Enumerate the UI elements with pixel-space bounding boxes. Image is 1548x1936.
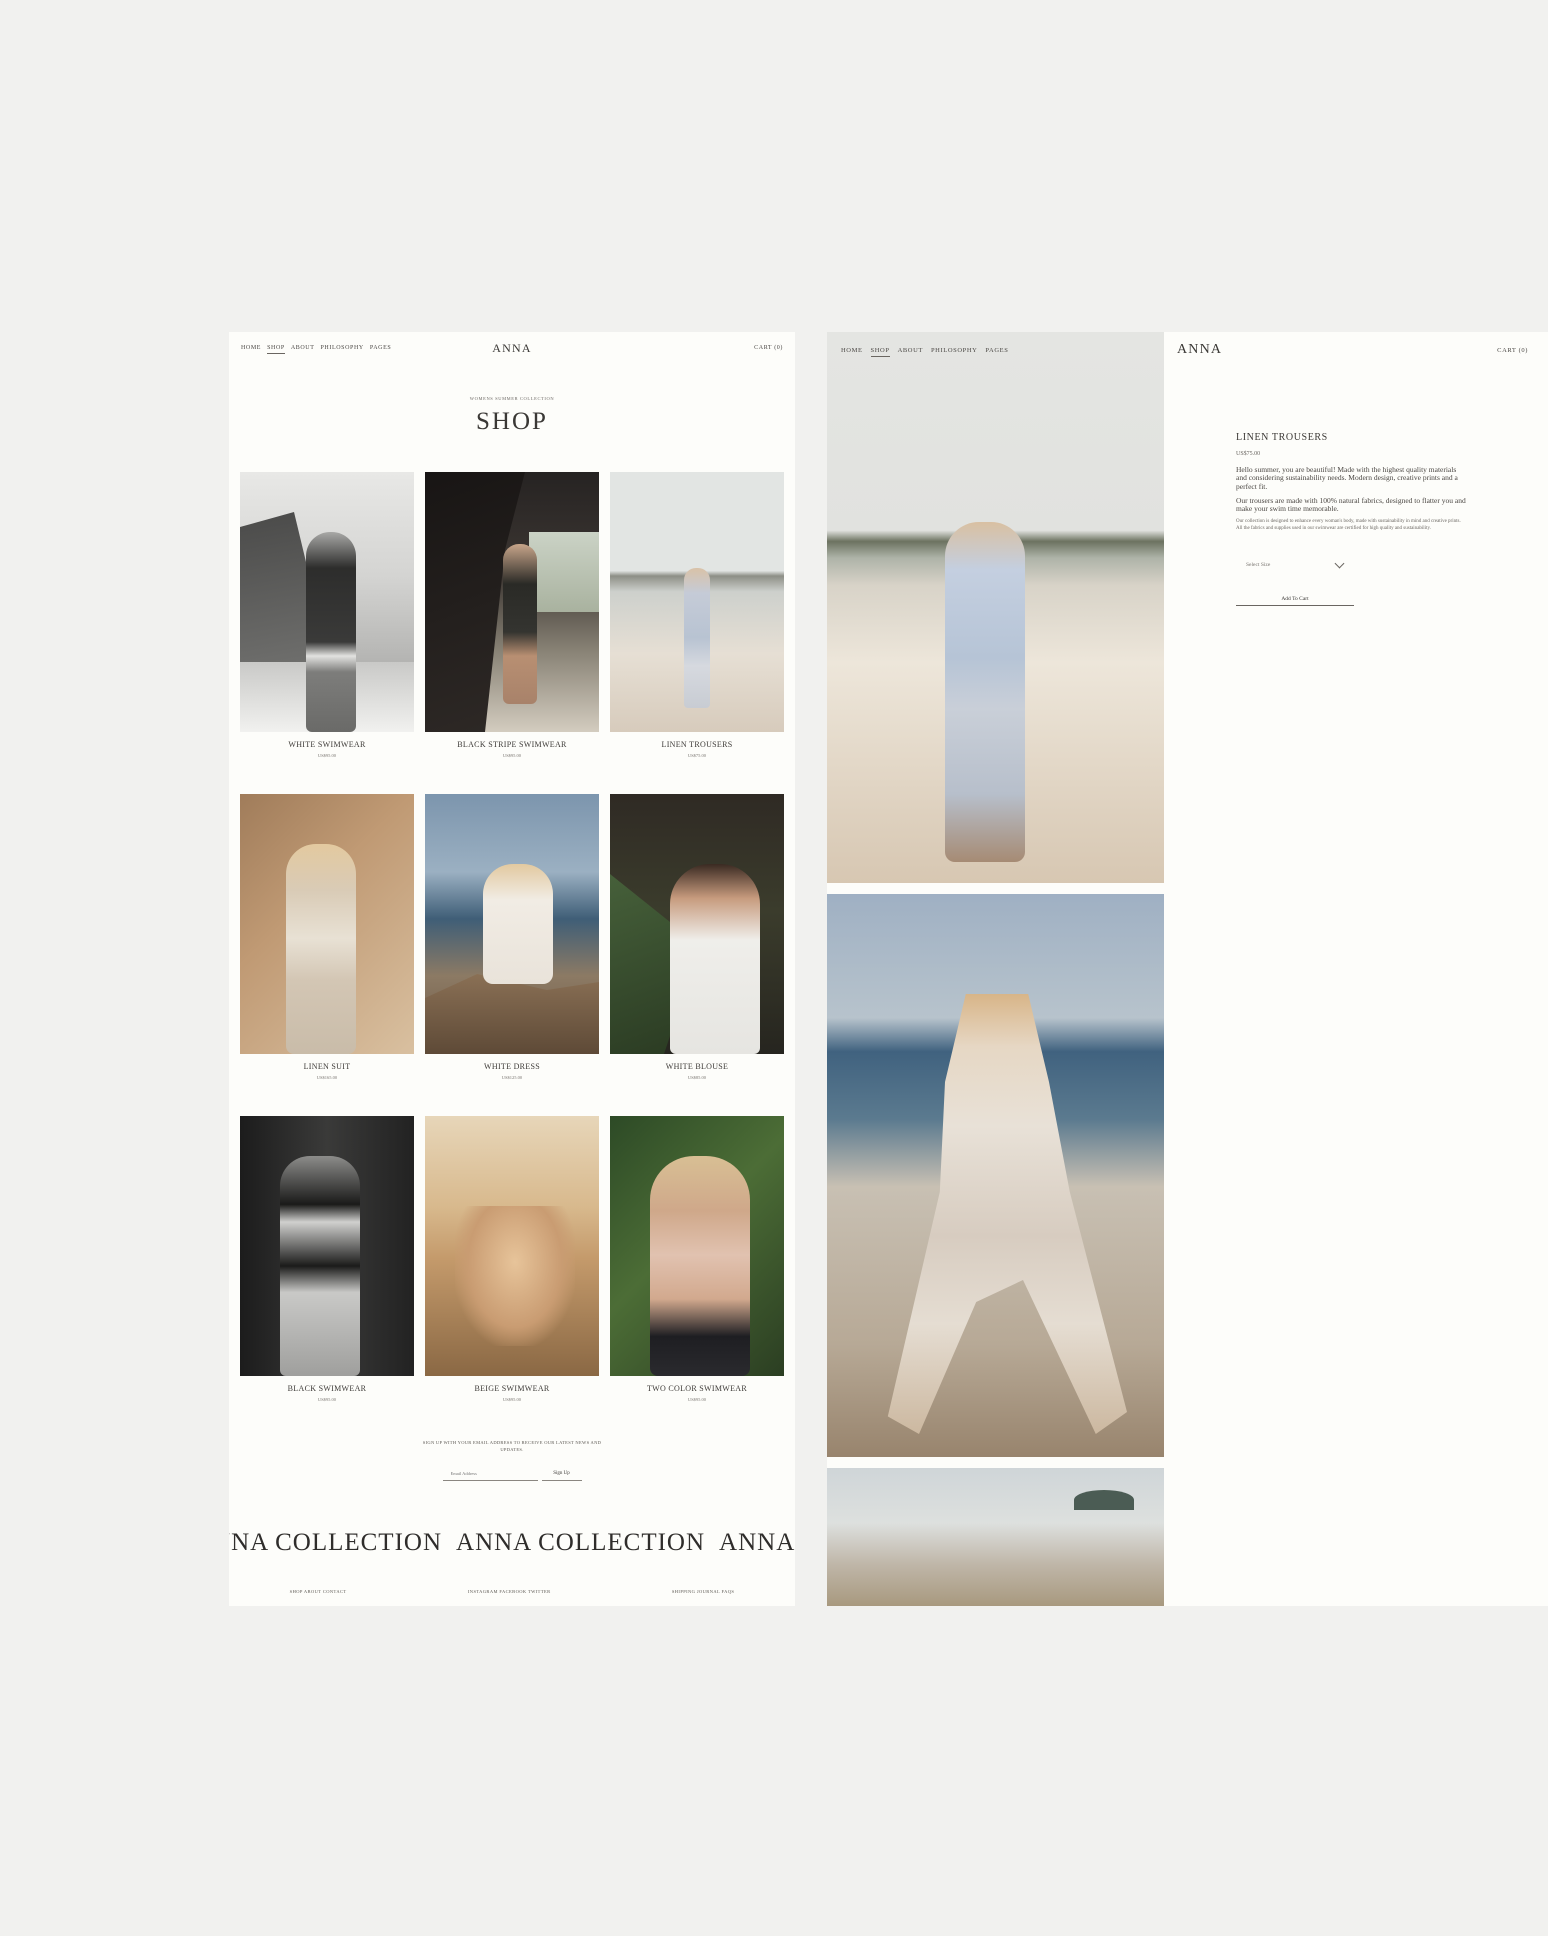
product-price: US$75.00 [687,753,707,758]
product-price: US$95.00 [687,1397,707,1402]
product-image[interactable] [610,1116,784,1376]
product-grid: WHITE SWIMWEAR US$95.00 BLACK STRIPE SWI… [240,472,784,1402]
site-logo[interactable]: ANNA [1177,342,1222,358]
nav-philosophy[interactable]: PHILOSOPHY [321,345,364,351]
collection-eyebrow: WOMENS SUMMER COLLECTION [469,396,555,401]
product-name[interactable]: TWO COLOR SWIMWEAR [647,1384,747,1393]
nav-shop[interactable]: SHOP [870,347,890,357]
nav-shop[interactable]: SHOP [267,345,285,354]
email-input[interactable] [442,1467,538,1482]
chevron-down-icon [1335,561,1344,570]
nav-links: HOME SHOP ABOUT PHILOSOPHY PAGES [241,345,391,354]
product-price: US$125.00 [501,1075,523,1080]
product-name[interactable]: BLACK SWIMWEAR [288,1384,367,1393]
size-select[interactable]: Select Size [1236,556,1354,574]
product-card[interactable]: WHITE DRESS US$125.00 [425,794,599,1080]
footer: SHOP ABOUT CONTACT INSTAGRAM FACEBOOK TW… [229,1589,795,1594]
newsletter-form: Sign Up [229,1467,795,1482]
product-price: US$85.00 [687,1075,707,1080]
product-image[interactable] [425,472,599,732]
product-price: US$95.00 [502,1397,522,1402]
product-description-2: Our trousers are made with 100% natural … [1236,495,1466,513]
nav-links: HOME SHOP ABOUT PHILOSOPHY PAGES [841,347,1008,357]
product-name[interactable]: LINEN TROUSERS [662,740,733,749]
product-name[interactable]: LINEN SUIT [304,1062,351,1071]
product-price: US$95.00 [317,1397,337,1402]
nav-pages[interactable]: PAGES [985,347,1008,354]
newsletter-section: SIGN UP WITH YOUR EMAIL ADDRESS TO RECEI… [229,1439,795,1482]
product-name[interactable]: BEIGE SWIMWEAR [474,1384,549,1393]
product-price: US$95.00 [317,753,337,758]
marquee-text: ANNA COLLECTION [229,1529,443,1556]
footer-links-info[interactable]: SHIPPING JOURNAL FAQS [672,1589,734,1594]
product-name[interactable]: WHITE SWIMWEAR [288,740,365,749]
product-image[interactable] [610,472,784,732]
site-logo[interactable]: ANNA [492,341,531,356]
product-gallery [827,332,1164,1606]
shop-page-mockup: HOME SHOP ABOUT PHILOSOPHY PAGES ANNA CA… [229,332,795,1606]
product-name[interactable]: WHITE BLOUSE [666,1062,728,1071]
product-photo[interactable] [827,1468,1164,1606]
collection-marquee: ANNA COLLECTION ANNA COLLECTION ANNA COLLE… [229,1529,795,1557]
footer-links-social[interactable]: INSTAGRAM FACEBOOK TWITTER [468,1589,551,1594]
nav-about[interactable]: ABOUT [291,345,315,351]
marquee-text: ANNA COLLECTION [719,1529,795,1556]
product-title: LINEN TROUSERS [1236,432,1328,443]
product-card[interactable]: WHITE SWIMWEAR US$95.00 [240,472,414,758]
product-card[interactable]: BLACK STRIPE SWIMWEAR US$95.00 [425,472,599,758]
product-photo[interactable] [827,894,1164,1457]
product-card[interactable]: WHITE BLOUSE US$85.00 [610,794,784,1080]
nav-philosophy[interactable]: PHILOSOPHY [931,347,977,354]
product-image[interactable] [425,794,599,1054]
sign-up-button[interactable]: Sign Up [541,1467,582,1482]
product-price: US$95.00 [502,753,522,758]
product-price: US$75.00 [1236,451,1261,457]
top-nav: HOME SHOP ABOUT PHILOSOPHY PAGES ANNA CA… [241,340,783,356]
nav-about[interactable]: ABOUT [898,347,923,354]
cart-link[interactable]: CART (0) [1497,347,1528,354]
product-description: Hello summer, you are beautiful! Made wi… [1236,465,1458,491]
product-photo[interactable] [827,332,1164,883]
product-fine-print: Our collection is designed to enhance ev… [1236,519,1461,532]
product-card[interactable]: TWO COLOR SWIMWEAR US$95.00 [610,1116,784,1402]
nav-home[interactable]: HOME [841,347,863,354]
product-image[interactable] [240,1116,414,1376]
cart-link[interactable]: CART (0) [754,345,783,351]
nav-home[interactable]: HOME [241,345,261,351]
footer-links-site[interactable]: SHOP ABOUT CONTACT [290,1589,347,1594]
product-image[interactable] [610,794,784,1054]
product-price: US$165.00 [316,1075,338,1080]
product-name[interactable]: WHITE DRESS [484,1062,540,1071]
product-name[interactable]: BLACK STRIPE SWIMWEAR [457,740,566,749]
product-card[interactable]: BEIGE SWIMWEAR US$95.00 [425,1116,599,1402]
product-card[interactable]: LINEN SUIT US$165.00 [240,794,414,1080]
product-card[interactable]: BLACK SWIMWEAR US$95.00 [240,1116,414,1402]
page-title: SHOP [476,408,548,435]
product-image[interactable] [425,1116,599,1376]
size-select-value: Select Size [1246,562,1271,569]
product-card[interactable]: LINEN TROUSERS US$75.00 [610,472,784,758]
product-image[interactable] [240,472,414,732]
product-page-mockup: HOME SHOP ABOUT PHILOSOPHY PAGES ANNA CA… [827,332,1548,1606]
marquee-text: ANNA COLLECTION [456,1529,706,1556]
top-nav: HOME SHOP ABOUT PHILOSOPHY PAGES ANNA CA… [841,342,1528,358]
nav-pages[interactable]: PAGES [370,345,391,351]
newsletter-text: SIGN UP WITH YOUR EMAIL ADDRESS TO RECEI… [422,1440,602,1453]
add-to-cart-button[interactable]: Add To Cart [1236,592,1354,607]
product-image[interactable] [240,794,414,1054]
product-details: LINEN TROUSERS US$75.00 Hello summer, yo… [1236,432,1466,607]
